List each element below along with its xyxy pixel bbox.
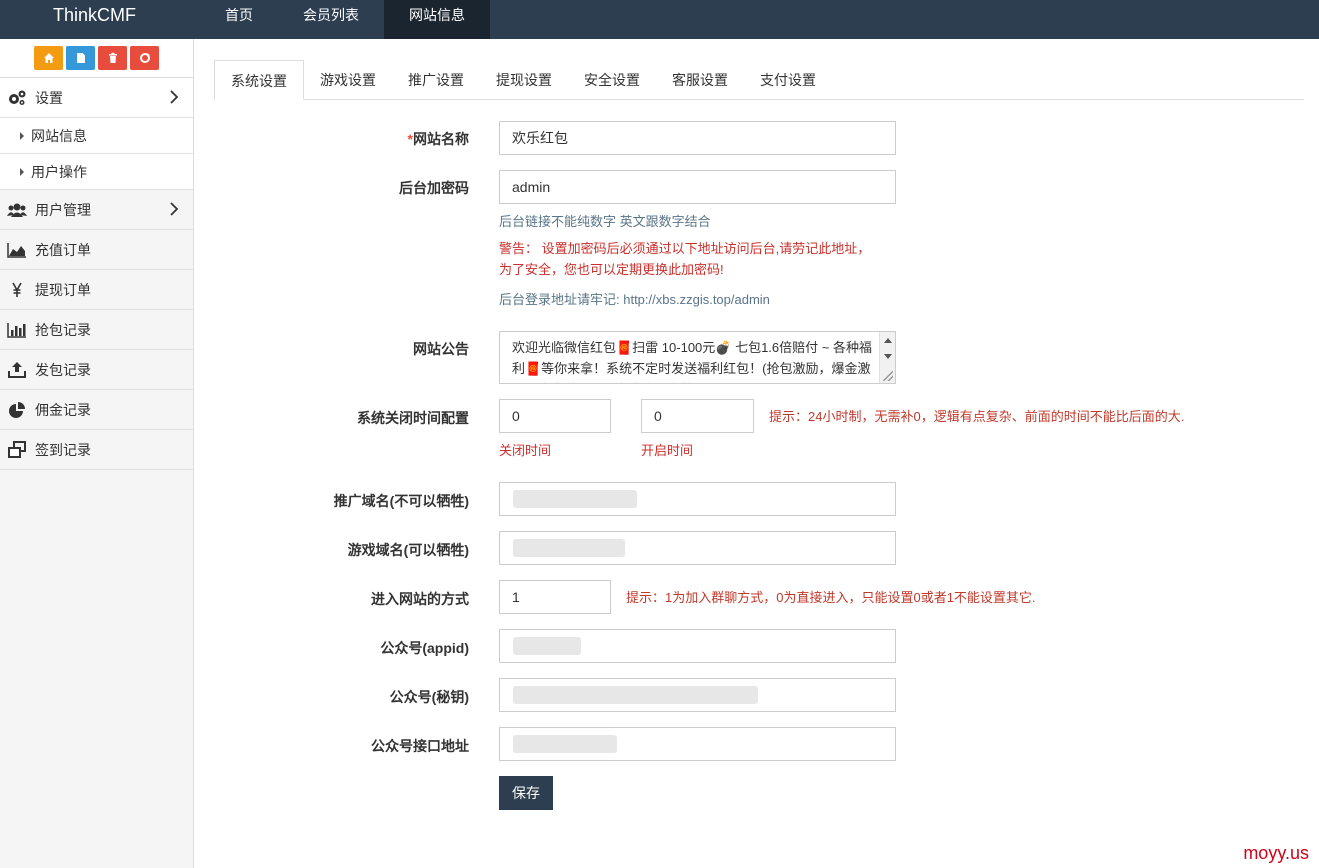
secret-label: 公众号(秘钥) — [389, 689, 469, 705]
sidebar-subitem-label: 网站信息 — [31, 127, 87, 144]
tab-withdraw-settings[interactable]: 提现设置 — [480, 60, 568, 100]
trash-shortcut-button[interactable] — [98, 46, 127, 70]
tab-promo-settings[interactable]: 推广设置 — [392, 60, 480, 100]
admin-code-help: 后台链接不能纯数字 英文跟数字结合 — [499, 214, 711, 229]
sidebar-item-label: 用户管理 — [35, 201, 91, 218]
file-icon — [76, 53, 85, 63]
watermark: moyy.us — [1243, 843, 1309, 863]
chevron-right-icon — [170, 90, 179, 104]
home-shortcut-button[interactable] — [34, 46, 63, 70]
api-address-label: 公众号接口地址 — [371, 738, 469, 754]
close-time-label: 系统关闭时间配置 — [357, 410, 469, 426]
scroll-up-icon[interactable] — [884, 338, 892, 343]
admin-url-text: 后台登录地址请牢记: http://xbs.zzgis.top/admin — [499, 292, 770, 307]
top-navbar: ThinkCMF 首页 会员列表 网站信息 — [0, 0, 1319, 39]
sidebar-item-label: 抢包记录 — [35, 321, 91, 338]
redacted-blur — [513, 539, 625, 557]
open-time-sublabel: 开启时间 — [641, 443, 694, 458]
notice-label: 网站公告 — [413, 341, 469, 357]
top-nav: 首页 会员列表 网站信息 — [200, 0, 490, 39]
caret-right-icon — [20, 167, 24, 176]
enter-mode-input[interactable]: 1 — [499, 580, 611, 614]
sidebar: 设置 网站信息 用户操作 用户管理 充值订单 提现订单 抢包记录 发包记录 佣金… — [0, 39, 194, 868]
sidebar-subitem-label: 用户操作 — [31, 163, 87, 180]
enter-mode-tip: 提示：1为加入群聊方式，0为直接进入，只能设置0或者1不能设置其它. — [626, 590, 1036, 605]
recycle-icon — [139, 53, 150, 63]
close-time-sublabel: 关闭时间 — [499, 443, 552, 458]
area-chart-icon — [6, 239, 28, 261]
sidebar-subitem-site-info[interactable]: 网站信息 — [0, 118, 193, 154]
sidebar-item-label: 提现订单 — [35, 281, 91, 298]
admin-code-input[interactable]: admin — [499, 170, 896, 204]
site-name-input[interactable]: 欢乐红包 — [499, 121, 896, 155]
notice-text: 欢迎光临微信红包🧧扫雷 10-100元💣 七包1.6倍赔付 ~ 各种福利🧧等你来… — [512, 340, 872, 383]
save-button[interactable]: 保存 — [499, 776, 553, 810]
promo-domain-label: 推广域名(不可以牺牲) — [333, 493, 469, 509]
tab-payment-settings[interactable]: 支付设置 — [744, 60, 832, 100]
brand-logo[interactable]: ThinkCMF — [53, 0, 136, 39]
redacted-blur — [513, 735, 617, 753]
caret-right-icon — [20, 131, 24, 140]
sidebar-item-grab-records[interactable]: 抢包记录 — [0, 310, 193, 350]
admin-code-label: 后台加密码 — [399, 180, 469, 196]
tab-game-settings[interactable]: 游戏设置 — [304, 60, 392, 100]
trash-icon — [108, 52, 117, 63]
gears-icon — [6, 87, 28, 109]
yen-icon — [6, 279, 28, 301]
open-time-input[interactable]: 0 — [641, 399, 754, 433]
redacted-blur — [513, 686, 758, 704]
nav-members[interactable]: 会员列表 — [278, 0, 384, 39]
scroll-down-icon[interactable] — [884, 354, 892, 359]
sidebar-subitem-user-ops[interactable]: 用户操作 — [0, 154, 193, 190]
settings-tabs: 系统设置 游戏设置 推广设置 提现设置 安全设置 客服设置 支付设置 — [214, 60, 1304, 100]
windows-restore-icon — [6, 439, 28, 461]
appid-label: 公众号(appid) — [380, 640, 469, 656]
sidebar-item-send-records[interactable]: 发包记录 — [0, 350, 193, 390]
recycle-shortcut-button[interactable] — [130, 46, 159, 70]
sidebar-item-settings[interactable]: 设置 — [0, 78, 193, 118]
enter-mode-label: 进入网站的方式 — [371, 591, 469, 607]
tab-service-settings[interactable]: 客服设置 — [656, 60, 744, 100]
sidebar-item-recharge-orders[interactable]: 充值订单 — [0, 230, 193, 270]
tab-security-settings[interactable]: 安全设置 — [568, 60, 656, 100]
pie-chart-icon — [6, 399, 28, 421]
resize-grip-icon[interactable] — [883, 371, 893, 381]
file-shortcut-button[interactable] — [66, 46, 95, 70]
nav-site-info[interactable]: 网站信息 — [384, 0, 490, 39]
game-domain-label: 游戏域名(可以牺牲) — [347, 542, 469, 558]
time-tip: 提示：24小时制，无需补0，逻辑有点复杂、前面的时间不能比后面的大. — [769, 409, 1185, 424]
chevron-right-icon — [170, 202, 179, 216]
site-name-label-text: 网站名称 — [413, 131, 469, 147]
main-content: 系统设置 游戏设置 推广设置 提现设置 安全设置 客服设置 支付设置 *网站名称… — [195, 39, 1319, 868]
sidebar-item-checkin-records[interactable]: 签到记录 — [0, 430, 193, 470]
sidebar-item-label: 设置 — [35, 89, 63, 106]
users-icon — [6, 199, 28, 221]
sidebar-item-label: 签到记录 — [35, 441, 91, 458]
site-name-label: *网站名称 — [195, 129, 469, 149]
notice-scrollbar[interactable] — [879, 332, 895, 383]
nav-home[interactable]: 首页 — [200, 0, 278, 39]
bar-chart-icon — [6, 319, 28, 341]
shortcut-bar — [0, 39, 193, 78]
sidebar-item-label: 发包记录 — [35, 361, 91, 378]
upload-icon — [6, 359, 28, 381]
sidebar-item-commission-records[interactable]: 佣金记录 — [0, 390, 193, 430]
notice-textarea[interactable]: 欢迎光临微信红包🧧扫雷 10-100元💣 七包1.6倍赔付 ~ 各种福利🧧等你来… — [499, 331, 896, 384]
redacted-blur — [513, 490, 637, 508]
redacted-blur — [513, 637, 581, 655]
sidebar-item-label: 充值订单 — [35, 241, 91, 258]
admin-code-warning: 警告： 设置加密码后必须通过以下地址访问后台,请劳记此地址，为了安全，您也可以定… — [499, 241, 871, 277]
close-time-input[interactable]: 0 — [499, 399, 611, 433]
sidebar-item-label: 佣金记录 — [35, 401, 91, 418]
home-icon — [43, 53, 54, 63]
tab-system-settings[interactable]: 系统设置 — [214, 60, 304, 100]
sidebar-item-user-management[interactable]: 用户管理 — [0, 190, 193, 230]
sidebar-item-withdraw-orders[interactable]: 提现订单 — [0, 270, 193, 310]
